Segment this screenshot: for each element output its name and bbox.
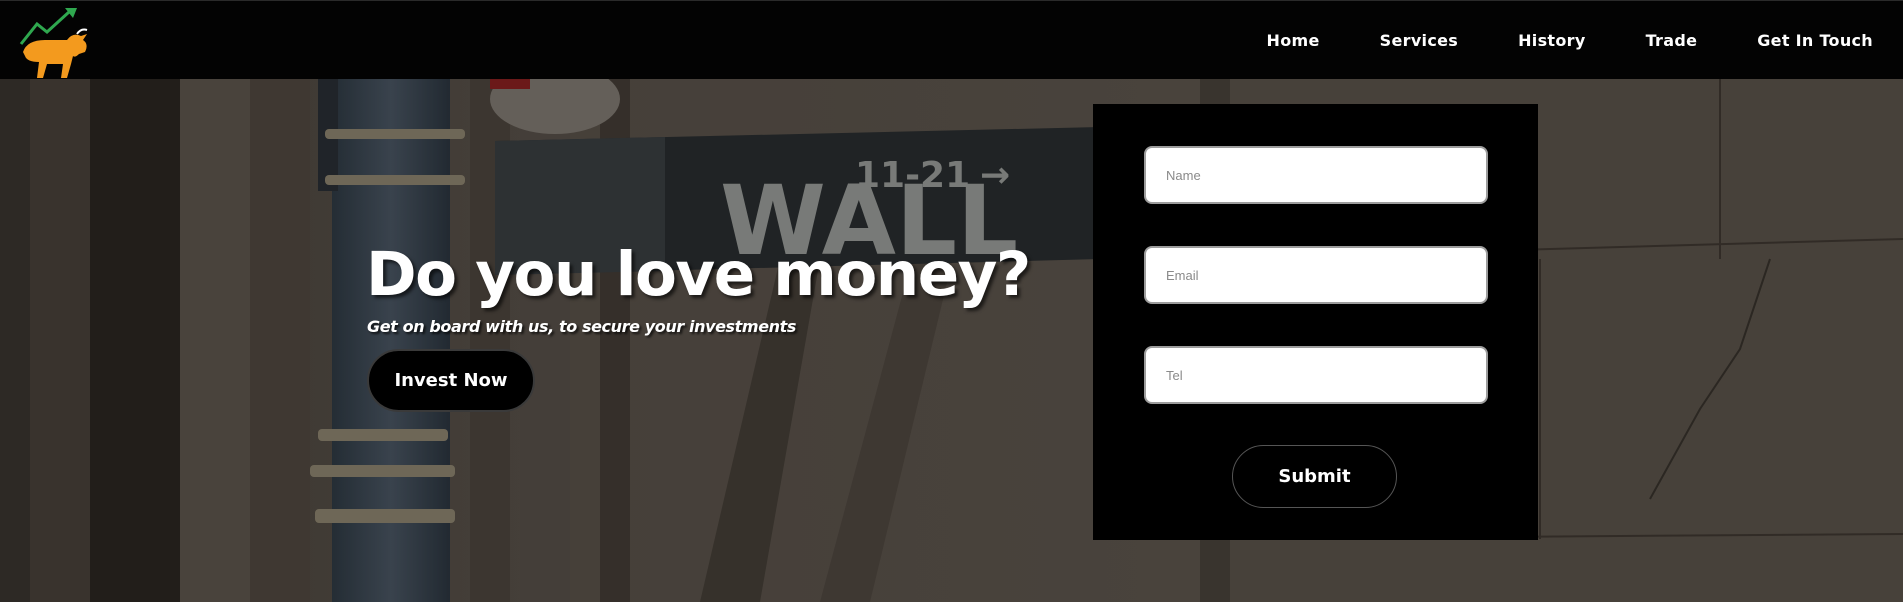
name-input[interactable] xyxy=(1144,146,1488,204)
nav-trade-link[interactable]: Trade xyxy=(1646,31,1698,50)
nav-services-link[interactable]: Services xyxy=(1380,31,1458,50)
nav-history-link[interactable]: History xyxy=(1518,31,1585,50)
main-nav: Home Services History Trade Get In Touch xyxy=(1207,1,1873,80)
nav-home-link[interactable]: Home xyxy=(1267,31,1320,50)
wall-street-background-image: WALL 11-21 → xyxy=(0,79,1903,602)
nav-get-in-touch-link[interactable]: Get In Touch xyxy=(1757,31,1873,50)
hero-section: WALL 11-21 → Do you love money? Get on b… xyxy=(0,79,1903,602)
hero-headline: Do you love money? xyxy=(366,239,1031,310)
tel-input[interactable] xyxy=(1144,346,1488,404)
contact-form: Submit xyxy=(1093,104,1538,540)
submit-button[interactable]: Submit xyxy=(1232,445,1397,508)
invest-now-button[interactable]: Invest Now xyxy=(367,349,535,412)
site-header: Home Services History Trade Get In Touch xyxy=(0,0,1903,79)
bull-logo-icon[interactable] xyxy=(17,6,95,78)
hero-subline: Get on board with us, to secure your inv… xyxy=(367,317,797,336)
email-input[interactable] xyxy=(1144,246,1488,304)
